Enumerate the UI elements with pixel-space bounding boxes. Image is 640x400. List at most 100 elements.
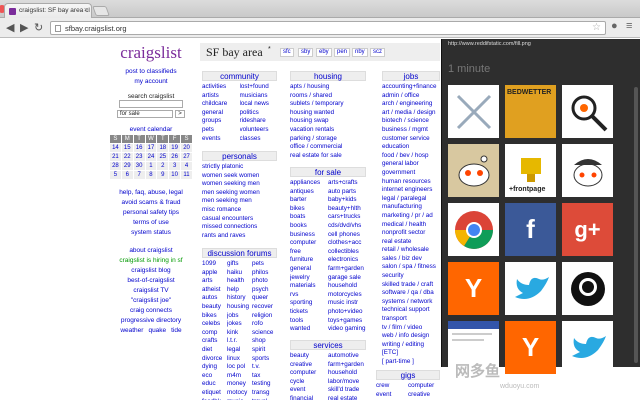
category-link[interactable]: crew [376, 382, 408, 391]
category-link[interactable]: free [290, 248, 328, 257]
category-link[interactable]: general labor [382, 160, 440, 169]
category-link[interactable]: software / qa / dba [382, 289, 440, 298]
category-link[interactable]: baby+kids [328, 196, 366, 205]
forum-link[interactable]: loc pol [227, 363, 252, 372]
sidebar-link[interactable]: about craigslist [108, 246, 194, 256]
sidebar-link[interactable]: best-of-craigslist [108, 276, 194, 286]
category-link[interactable]: video gaming [328, 325, 366, 334]
category-link[interactable]: household [328, 282, 366, 291]
category-link[interactable]: furniture [290, 256, 328, 265]
subarea-link[interactable]: eby [316, 48, 332, 57]
search-input[interactable] [119, 100, 183, 108]
category-link[interactable]: event [376, 391, 408, 400]
forum-link[interactable]: etiquet [202, 389, 227, 398]
category-link[interactable]: music instr [328, 299, 366, 308]
sidebar-link[interactable]: tide [171, 326, 181, 336]
calendar-day[interactable]: 26 [168, 152, 182, 162]
category-link[interactable]: apts / housing [290, 83, 366, 92]
forum-link[interactable]: rofo [252, 320, 277, 329]
forum-link[interactable]: haiku [227, 269, 252, 278]
back-icon[interactable]: ◀ [6, 21, 14, 35]
category-link[interactable]: writing / editing [382, 341, 440, 350]
forum-link[interactable]: jokes [227, 320, 252, 329]
category-link[interactable]: collectibles [328, 248, 366, 257]
subarea-link[interactable]: scz [370, 48, 385, 57]
bookmark-star-icon[interactable]: ☆ [592, 22, 601, 33]
category-link[interactable]: financial [290, 395, 328, 400]
calendar-day[interactable]: 2 [156, 161, 170, 171]
calendar-day[interactable]: 5 [109, 170, 122, 180]
calendar-day[interactable]: 15 [120, 143, 134, 153]
category-link[interactable]: art / media / design [382, 109, 440, 118]
category-link[interactable]: [ETC] [382, 349, 440, 358]
category-link[interactable]: motorcycles [328, 291, 366, 300]
category-link[interactable]: salon / spa / fitness [382, 263, 440, 272]
category-link[interactable]: appliances [290, 179, 328, 188]
calendar-day[interactable]: 21 [109, 152, 122, 162]
category-link[interactable]: internet engineers [382, 186, 440, 195]
github-icon[interactable] [562, 262, 613, 315]
category-link[interactable]: clothes+acc [328, 239, 366, 248]
category-link[interactable]: creative [290, 361, 328, 370]
sidebar-link[interactable]: weather [120, 326, 143, 336]
forsale-header[interactable]: for sale [290, 167, 366, 177]
forum-link[interactable]: bikes [202, 312, 227, 321]
category-link[interactable]: medical / health [382, 221, 440, 230]
sidebar-link[interactable]: quake [148, 326, 166, 336]
sidebar-link[interactable]: craig connects [108, 306, 194, 316]
reddit-alien-icon[interactable] [448, 144, 499, 197]
forum-link[interactable]: apple [202, 269, 227, 278]
category-link[interactable]: customer service [382, 135, 440, 144]
new-tab-button[interactable] [92, 6, 110, 16]
category-link[interactable]: accounting+finance [382, 83, 440, 92]
category-link[interactable]: cds/dvd/vhs [328, 222, 366, 231]
calendar-day[interactable]: 14 [109, 143, 122, 153]
services-header[interactable]: services [290, 340, 366, 350]
category-link[interactable]: electronics [328, 256, 366, 265]
category-link[interactable]: labor/move [328, 378, 366, 387]
tab-close-icon[interactable]: × [84, 7, 88, 14]
category-link[interactable]: farm+garden [328, 265, 366, 274]
category-link[interactable]: pets [202, 126, 240, 135]
category-link[interactable]: cycle [290, 378, 328, 387]
calendar-day[interactable]: 22 [120, 152, 134, 162]
twitter-icon[interactable] [505, 262, 556, 315]
category-link[interactable]: skilled trade / craft [382, 281, 440, 290]
category-link[interactable]: events [202, 135, 240, 144]
category-link[interactable]: sublets / temporary [290, 100, 366, 109]
hacker-news-icon[interactable]: Y [448, 262, 499, 315]
category-link[interactable]: computer [408, 382, 440, 391]
forum-link[interactable]: linux [227, 355, 252, 364]
category-link[interactable]: musicians [240, 92, 278, 101]
category-link[interactable]: general [290, 265, 328, 274]
category-link[interactable]: activities [202, 83, 240, 92]
city-asterisk[interactable]: * [268, 46, 271, 53]
calendar-day[interactable]: 3 [168, 161, 182, 171]
category-link[interactable]: men seeking men [202, 197, 277, 206]
forum-link[interactable]: tax [252, 372, 277, 381]
category-link[interactable]: vacation rentals [290, 126, 366, 135]
jobs-header[interactable]: jobs [382, 71, 440, 81]
category-link[interactable]: admin / office [382, 92, 440, 101]
calendar-day[interactable]: 16 [132, 143, 146, 153]
calendar-day[interactable]: 7 [132, 170, 146, 180]
calendar-day[interactable]: 23 [132, 152, 146, 162]
calendar-day[interactable]: 17 [144, 143, 158, 153]
forum-link[interactable]: celebs [202, 320, 227, 329]
forum-link[interactable]: jobs [227, 312, 252, 321]
category-link[interactable]: transport [382, 315, 440, 324]
forum-link[interactable]: divorce [202, 355, 227, 364]
forum-link[interactable]: arts [202, 277, 227, 286]
search-category-select[interactable]: for sale [117, 110, 173, 118]
category-link[interactable]: parking / storage [290, 135, 366, 144]
calendar-day[interactable]: 24 [144, 152, 158, 162]
forum-link[interactable]: gifts [227, 260, 252, 269]
category-link[interactable]: marketing / pr / ad [382, 212, 440, 221]
category-link[interactable]: systems / network [382, 298, 440, 307]
calendar-day[interactable]: 20 [180, 143, 193, 153]
forum-link[interactable]: philos [252, 269, 277, 278]
category-link[interactable]: volunteers [240, 126, 278, 135]
forum-link[interactable]: m4m [227, 372, 252, 381]
forum-link[interactable]: spirit [252, 346, 277, 355]
category-link[interactable]: cell phones [328, 231, 366, 240]
